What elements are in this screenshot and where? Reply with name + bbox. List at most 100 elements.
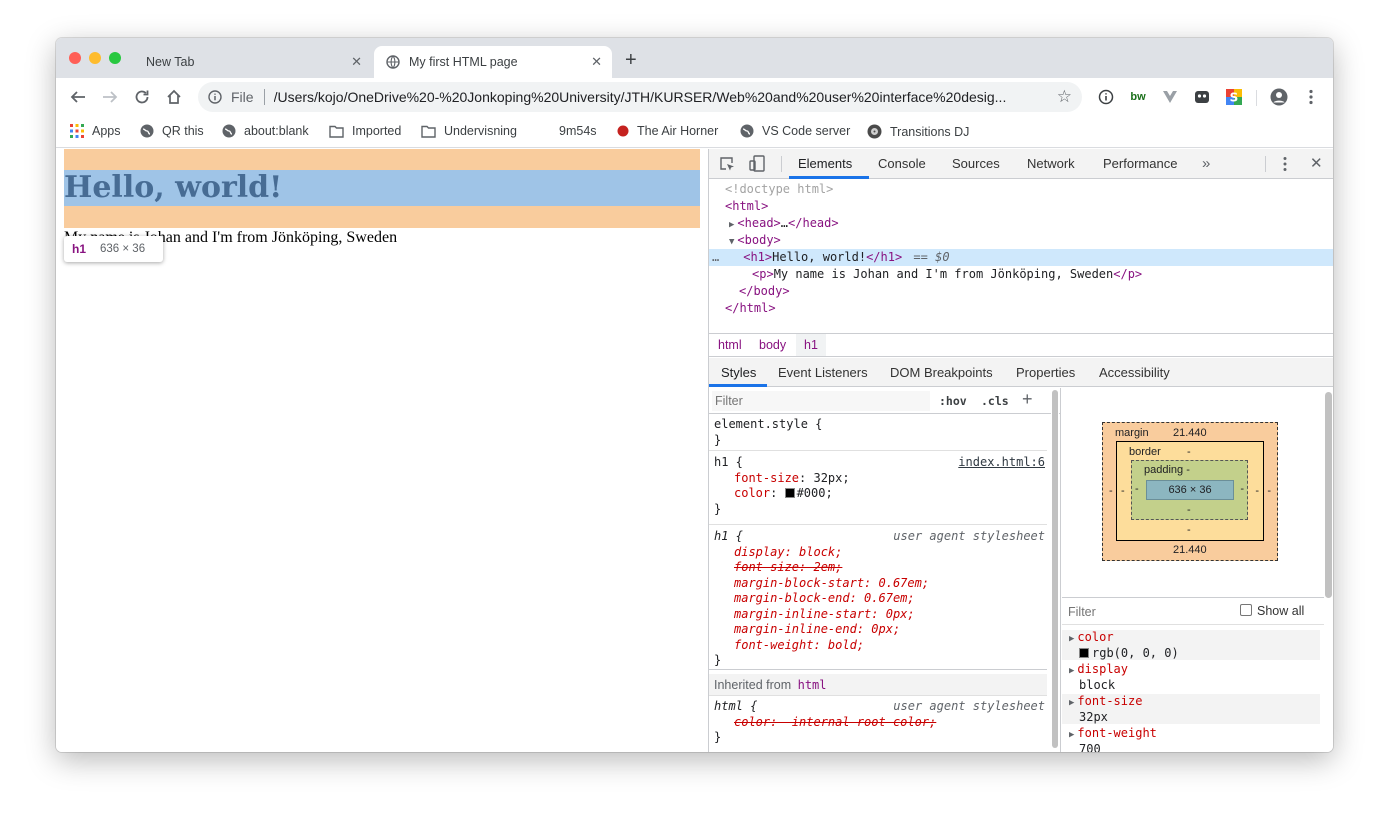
subtab-properties[interactable]: Properties [1016, 358, 1075, 387]
vue-devtools-icon[interactable] [1160, 87, 1180, 107]
forward-arrow-icon[interactable] [100, 87, 120, 107]
bookmark-qr-this[interactable]: QR this [140, 124, 204, 138]
reload-icon[interactable] [132, 87, 152, 107]
dom-line-p[interactable]: <p>My name is Johan and I'm from Jönköpi… [709, 266, 1333, 283]
expand-triangle-icon[interactable]: ▶ [1069, 666, 1074, 676]
expand-triangle-icon[interactable]: ▶ [1069, 634, 1074, 644]
dom-line-html-close[interactable]: </html> [709, 300, 1333, 317]
devtools-menu-kebab-icon[interactable] [1283, 156, 1287, 175]
box-model-border[interactable]: border - - - - padding - - - - 636 × 36 [1116, 441, 1264, 541]
expand-triangle-icon[interactable]: ▶ [1069, 698, 1074, 708]
styles-filter-bar: :hov .cls + [709, 388, 1060, 414]
element-tooltip: h1 636 × 36 [64, 236, 163, 262]
close-window-button[interactable] [69, 52, 81, 64]
profile-avatar-icon[interactable] [1269, 87, 1289, 107]
computed-prop-color[interactable]: ▶ color rgb(0, 0, 0) [1062, 630, 1320, 660]
minimize-window-button[interactable] [89, 52, 101, 64]
expand-triangle-icon[interactable]: ▶ [1069, 730, 1074, 740]
h1-user-agent-rule[interactable]: h1 { user agent stylesheet display: bloc… [709, 529, 1047, 670]
menu-kebab-icon[interactable] [1301, 87, 1321, 107]
close-tab-icon[interactable]: ✕ [351, 54, 362, 70]
new-style-rule-plus-icon[interactable]: + [1022, 389, 1033, 410]
subtab-event-listeners[interactable]: Event Listeners [778, 358, 868, 387]
bookmark-about-blank[interactable]: about:blank [222, 124, 309, 138]
color-swatch[interactable] [1079, 648, 1089, 658]
color-swatch[interactable] [784, 488, 795, 498]
tab-sources[interactable]: Sources [952, 149, 1000, 179]
inherited-tag-link[interactable]: html [798, 678, 827, 692]
bookmark-transitions-dj[interactable]: Transitions DJ [867, 124, 969, 139]
computed-prop-font-weight[interactable]: ▶ font-weight 700 [1062, 726, 1320, 752]
close-tab-icon[interactable]: ✕ [591, 54, 602, 70]
breadcrumb-html[interactable]: html [718, 338, 742, 352]
subtab-dom-breakpoints[interactable]: DOM Breakpoints [890, 358, 993, 387]
show-all-checkbox[interactable] [1240, 604, 1252, 616]
info-icon[interactable] [208, 90, 222, 104]
device-toolbar-icon[interactable] [749, 155, 765, 175]
zoom-window-button[interactable] [109, 52, 121, 64]
computed-filter-bar: Show all [1062, 597, 1324, 625]
rule-source-link[interactable]: index.html:6 [958, 455, 1045, 471]
tab-strip: New Tab ✕ My first HTML page ✕ + [56, 38, 1333, 78]
tab-title: My first HTML page [409, 55, 518, 69]
address-bar[interactable]: File /Users/kojo/OneDrive%20-%20Jonkopin… [198, 82, 1082, 112]
dom-line-body[interactable]: ▼ <body> [709, 232, 1333, 249]
tab-performance[interactable]: Performance [1103, 149, 1177, 179]
expand-triangle-icon[interactable]: ▶ [729, 220, 734, 230]
dom-line-body-close[interactable]: </body> [709, 283, 1333, 300]
close-devtools-icon[interactable]: ✕ [1310, 155, 1323, 172]
box-model-content[interactable]: 636 × 36 [1146, 480, 1234, 500]
box-model-margin[interactable]: margin 21.440 21.440 - - border - - - - … [1102, 422, 1278, 561]
more-tabs-chevron-icon[interactable]: » [1202, 149, 1210, 179]
inspect-element-icon[interactable] [719, 156, 735, 175]
breadcrumb-body[interactable]: body [759, 338, 786, 352]
dom-line-h1-selected[interactable]: … <h1>Hello, world!</h1> == $0 [709, 249, 1333, 266]
globe-icon [386, 55, 400, 69]
toolbar-divider [1256, 90, 1257, 106]
bookmark-timer[interactable]: 9m54s [559, 124, 597, 138]
bookmark-air-horner[interactable]: The Air Horner [617, 124, 718, 138]
tab-new-tab[interactable]: New Tab ✕ [132, 46, 372, 78]
extension-game-icon[interactable] [1192, 87, 1212, 107]
svg-text:S: S [1230, 91, 1239, 105]
element-style-rule[interactable]: element.style { } [709, 417, 1047, 451]
home-icon[interactable] [164, 87, 184, 107]
breadcrumb-h1[interactable]: h1 [796, 334, 826, 356]
tabbar-divider [781, 156, 782, 172]
computed-prop-font-size[interactable]: ▶ font-size 32px [1062, 694, 1320, 724]
bookmark-star-icon[interactable]: ☆ [1057, 88, 1072, 105]
box-model-padding[interactable]: padding - - - - 636 × 36 [1131, 460, 1248, 520]
computed-prop-display[interactable]: ▶ display block [1062, 662, 1320, 692]
html-user-agent-rule[interactable]: html { user agent stylesheet color: -int… [709, 699, 1047, 749]
subtab-accessibility[interactable]: Accessibility [1099, 358, 1170, 387]
tab-elements[interactable]: Elements [798, 149, 852, 179]
computed-scrollbar-thumb[interactable] [1325, 392, 1332, 598]
tab-console[interactable]: Console [878, 149, 926, 179]
styles-filter-input[interactable] [712, 391, 930, 411]
hov-toggle-button[interactable]: :hov [939, 394, 967, 408]
computed-filter-input[interactable] [1065, 602, 1215, 622]
url-text[interactable]: /Users/kojo/OneDrive%20-%20Jonkoping%20U… [274, 89, 1054, 105]
cls-toggle-button[interactable]: .cls [981, 394, 1009, 408]
style-rules: element.style { } h1 { index.html:6 font… [709, 415, 1047, 752]
bookmark-folder-imported[interactable]: Imported [329, 124, 401, 138]
dom-line-doctype[interactable]: <!doctype html> [709, 181, 1333, 198]
devtools-panel: Elements Console Sources Network Perform… [708, 149, 1333, 752]
extension-info-icon[interactable] [1096, 87, 1116, 107]
active-subtab-indicator [709, 384, 767, 387]
bookmark-apps[interactable]: Apps [70, 124, 121, 138]
back-arrow-icon[interactable] [68, 87, 88, 107]
extension-s-icon[interactable]: S [1224, 87, 1244, 107]
h1-author-rule[interactable]: h1 { index.html:6 font-size: 32px; color… [709, 455, 1047, 525]
tab-my-first-html-page[interactable]: My first HTML page ✕ [374, 46, 612, 78]
tab-network[interactable]: Network [1027, 149, 1075, 179]
new-tab-plus-icon[interactable]: + [625, 50, 637, 70]
bookmark-folder-undervisning[interactable]: Undervisning [421, 124, 517, 138]
collapse-triangle-icon[interactable]: ▼ [729, 237, 734, 247]
dom-line-html[interactable]: <html> [709, 198, 1333, 215]
styles-scrollbar-thumb[interactable] [1052, 390, 1058, 748]
subtab-styles[interactable]: Styles [721, 358, 756, 387]
bookmark-vs-code-server[interactable]: VS Code server [740, 124, 850, 138]
bitwarden-extension-icon[interactable]: bw [1128, 87, 1148, 107]
dom-line-head[interactable]: ▶ <head>…</head> [709, 215, 1333, 232]
